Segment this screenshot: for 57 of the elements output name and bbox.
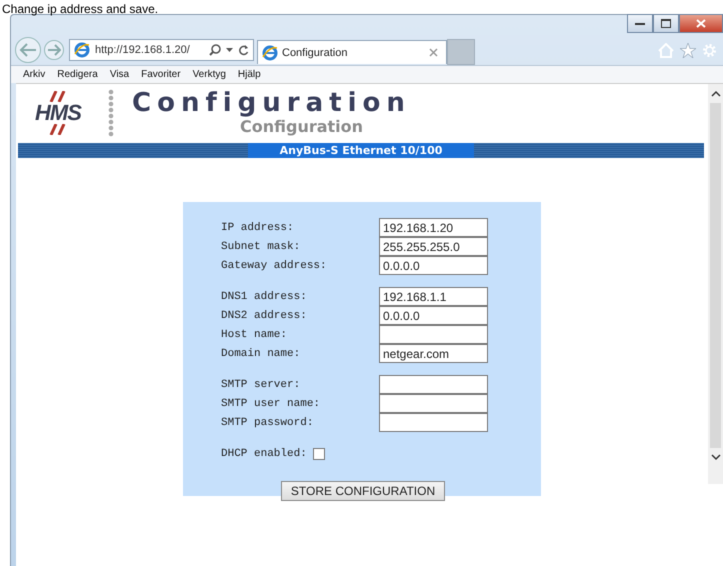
address-bar[interactable]: http://192.168.1.20/ <box>69 39 254 61</box>
field-label: Host name: <box>221 328 288 340</box>
input-field[interactable] <box>379 325 488 344</box>
field-label: DNS1 address: <box>221 290 308 302</box>
input-field[interactable] <box>379 375 488 394</box>
forward-arrow-icon <box>47 44 61 56</box>
input-field[interactable]: netgear.com <box>379 344 488 363</box>
input-field[interactable]: 0.0.0.0 <box>379 306 488 325</box>
close-button[interactable] <box>679 14 723 33</box>
field-label: DNS2 address: <box>221 310 308 322</box>
dropdown-icon[interactable] <box>226 48 233 52</box>
browser-logo-icon <box>262 44 278 60</box>
maximize-icon <box>661 19 671 28</box>
field-label: SMTP user name: <box>221 398 322 410</box>
input-field[interactable]: 192.168.1.20 <box>379 218 488 237</box>
slash-marks-icon <box>48 91 68 102</box>
menu-item[interactable]: Verktyg <box>192 69 226 80</box>
field-label: SMTP password: <box>221 416 314 428</box>
maximize-button[interactable] <box>653 14 679 33</box>
field-label: SMTP server: <box>221 378 302 390</box>
browser-logo-icon <box>74 42 90 58</box>
page-title: Configuration <box>132 89 411 117</box>
close-icon <box>696 19 706 28</box>
menu-item[interactable]: Redigera <box>57 69 98 80</box>
page-subtitle: Configuration <box>240 118 364 136</box>
menu-item[interactable]: Arkiv <box>23 69 46 80</box>
field-label: DHCP enabled: <box>221 448 307 460</box>
field-label: Subnet mask: <box>221 240 302 252</box>
store-configuration-button[interactable]: STORE CONFIGURATION <box>281 481 445 501</box>
back-arrow-icon <box>19 43 37 57</box>
scroll-up-icon[interactable] <box>710 90 720 97</box>
dotted-divider <box>108 89 114 137</box>
minimize-icon <box>635 22 645 26</box>
caption-text: Change ip address and save. <box>2 2 158 16</box>
star-icon[interactable] <box>680 42 696 58</box>
refresh-icon[interactable] <box>238 44 249 56</box>
banner-title: AnyBus-S Ethernet 10/100 <box>248 143 474 158</box>
search-icon[interactable] <box>209 44 221 56</box>
field-label: IP address: <box>221 222 295 234</box>
minimize-button[interactable] <box>627 14 653 33</box>
scroll-down-icon[interactable] <box>710 454 720 461</box>
menu-item[interactable]: Visa <box>110 69 130 80</box>
checkbox[interactable] <box>312 448 325 460</box>
field-label: Gateway address: <box>221 260 328 272</box>
input-field[interactable] <box>379 413 488 432</box>
input-field[interactable]: 192.168.1.1 <box>379 287 488 306</box>
field-label: Domain name: <box>221 348 302 360</box>
logo-text: HMS <box>35 102 81 124</box>
menu-item[interactable]: Hjälp <box>238 69 261 80</box>
slash-marks-icon <box>48 124 68 135</box>
close-tab-icon[interactable] <box>429 48 438 57</box>
browser-tab[interactable]: Configuration <box>257 40 447 64</box>
input-field[interactable] <box>379 394 488 413</box>
input-field[interactable]: 0.0.0.0 <box>379 256 488 275</box>
menu-item[interactable]: Favoriter <box>141 69 181 80</box>
scrollbar[interactable] <box>708 84 723 484</box>
input-field[interactable]: 255.255.255.0 <box>379 237 488 256</box>
